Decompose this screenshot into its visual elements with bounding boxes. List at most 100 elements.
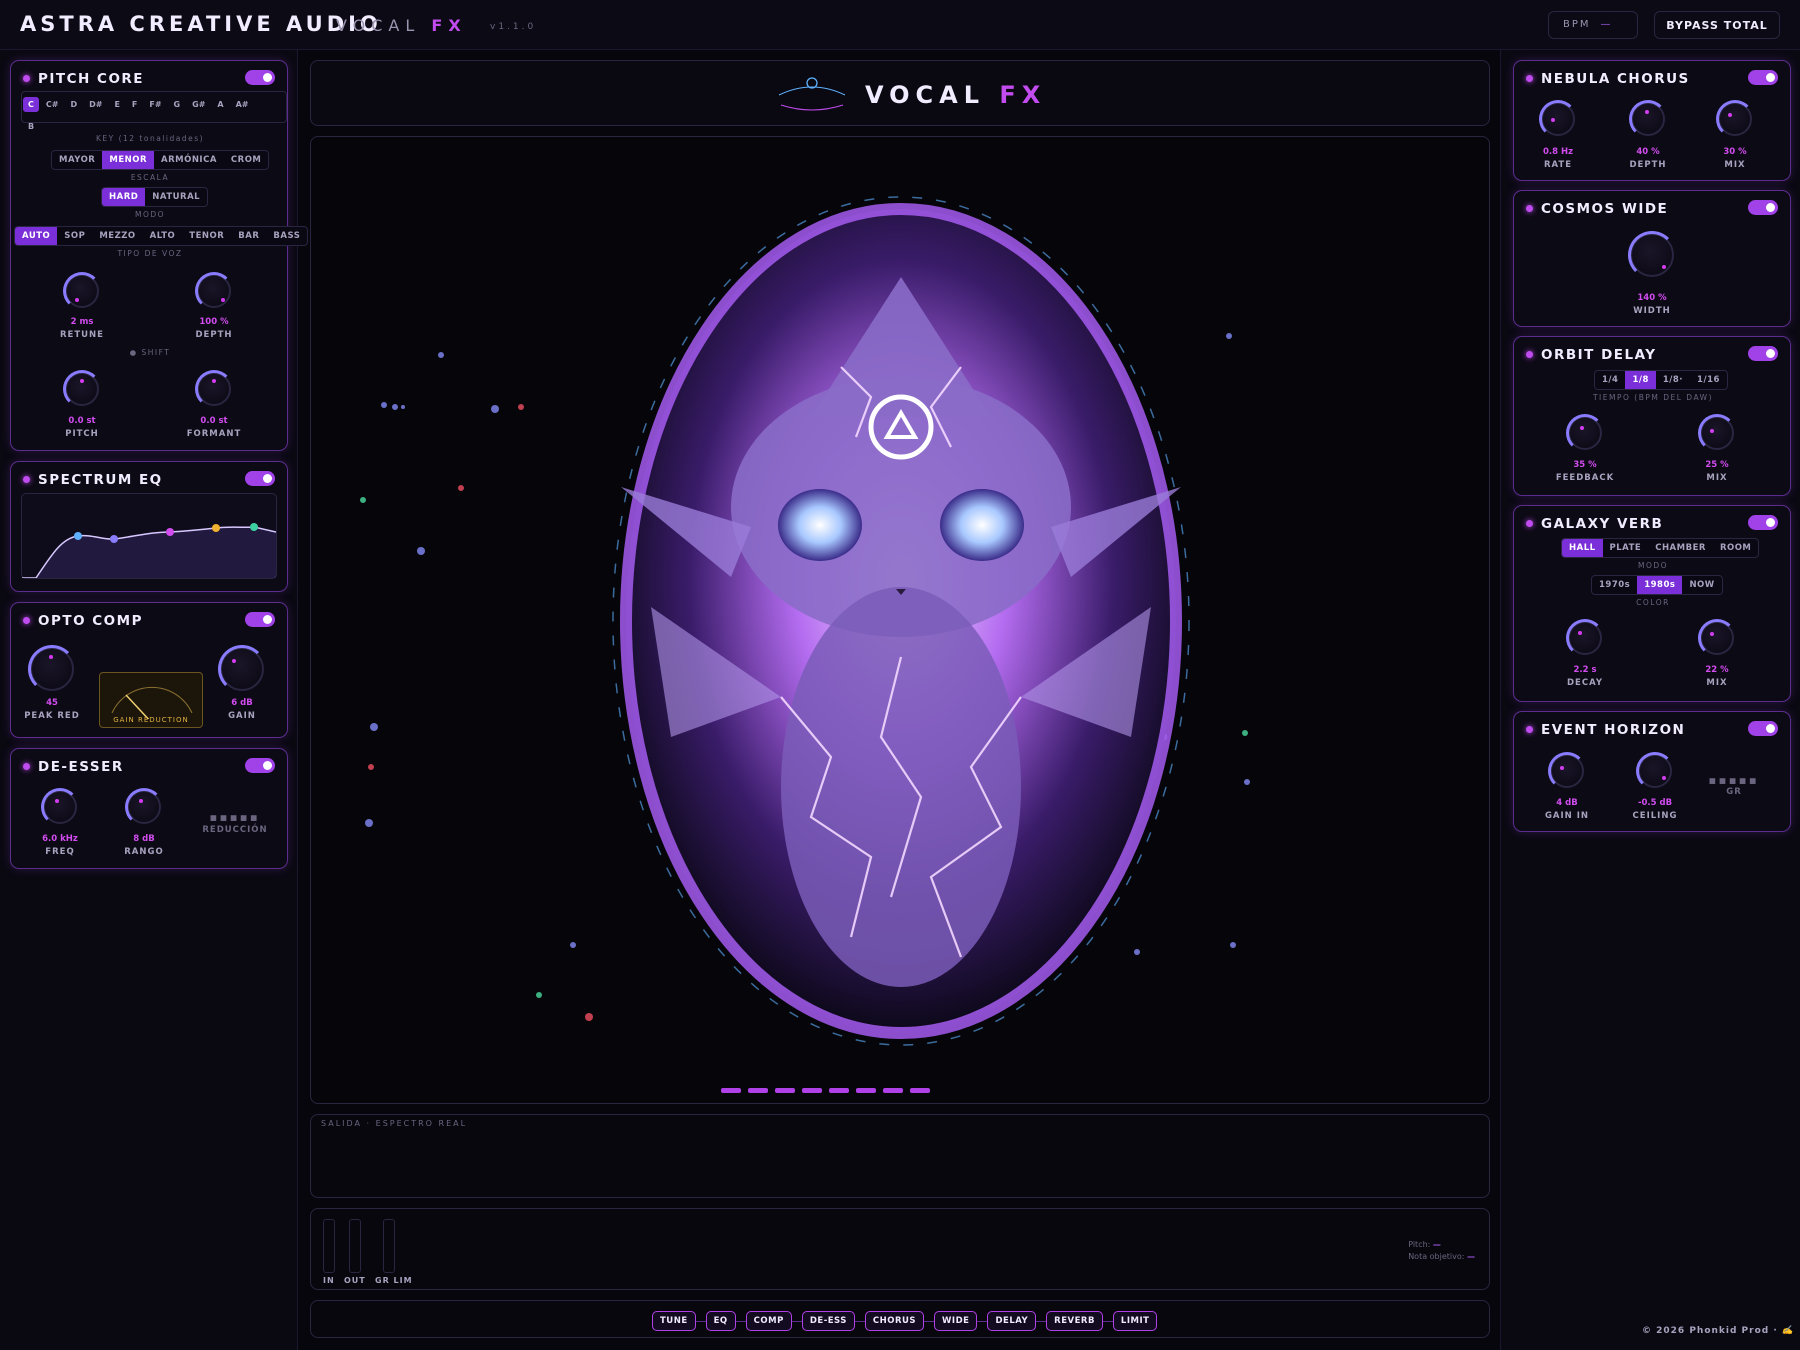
delay-time-option[interactable]: 1/8· (1656, 371, 1690, 389)
reverb-color-option[interactable]: 1980s (1637, 576, 1683, 594)
knob-indicator (55, 799, 59, 803)
key-option[interactable]: D (65, 97, 82, 112)
mode-option[interactable]: NATURAL (145, 188, 207, 206)
delay-mix-knob[interactable] (1698, 414, 1736, 452)
power-toggle[interactable] (1748, 346, 1778, 361)
key-option[interactable]: F# (144, 97, 166, 112)
chorus-rate-knob[interactable] (1539, 100, 1577, 138)
comp-gain-knob[interactable] (218, 645, 266, 693)
chorus-depth-knob[interactable] (1629, 100, 1667, 138)
knob-indicator (80, 379, 84, 383)
key-option[interactable]: C# (41, 97, 64, 112)
nav-reverb-button[interactable]: REVERB (1046, 1311, 1103, 1331)
mode-option[interactable]: HARD (102, 188, 146, 206)
key-option[interactable]: A# (231, 97, 254, 112)
voice-option[interactable]: MEZZO (92, 227, 142, 245)
shift-toggle[interactable]: ● SHIFT (11, 348, 289, 357)
eq-band-1-handle[interactable] (74, 532, 82, 540)
nav-chorus-button[interactable]: CHORUS (864, 1311, 925, 1331)
key-option[interactable]: B (23, 119, 39, 134)
pitch-knob[interactable] (63, 370, 101, 408)
voice-option[interactable]: SOP (57, 227, 92, 245)
key-option[interactable]: E (109, 97, 124, 112)
key-option[interactable]: F (127, 97, 142, 112)
status-dot (23, 763, 30, 770)
scale-option[interactable]: MAYOR (52, 151, 102, 169)
right-sidebar: NEBULA CHORUS 0.8 Hz RATE 40 % DEPTH 30 … (1500, 50, 1800, 1350)
panel-title-text: NEBULA CHORUS (1541, 71, 1690, 87)
key-option[interactable]: D# (84, 97, 107, 112)
reverb-mode-option[interactable]: HALL (1562, 539, 1603, 557)
bpm-value: — (1600, 19, 1613, 30)
voice-option[interactable]: ALTO (143, 227, 183, 245)
retune-knob[interactable] (63, 272, 101, 310)
eq-band-2-handle[interactable] (110, 535, 118, 543)
voice-option[interactable]: BASS (266, 227, 307, 245)
reverb-color-option[interactable]: NOW (1682, 576, 1721, 594)
key-option[interactable]: A (212, 97, 228, 112)
delay-time-option[interactable]: 1/8 (1625, 371, 1656, 389)
power-toggle[interactable] (245, 70, 275, 85)
reverb-mix-knob[interactable] (1698, 619, 1736, 657)
key-option[interactable]: G# (187, 97, 210, 112)
reverb-mode-option[interactable]: CHAMBER (1648, 539, 1713, 557)
scale-option[interactable]: CROM (224, 151, 268, 169)
key-option[interactable]: G (169, 97, 186, 112)
power-toggle[interactable] (245, 758, 275, 773)
voice-option[interactable]: AUTO (15, 227, 58, 245)
decay-knob[interactable] (1566, 619, 1604, 657)
power-toggle[interactable] (245, 612, 275, 627)
power-toggle[interactable] (1748, 515, 1778, 530)
depth-knob[interactable] (195, 272, 233, 310)
nav-comp-button[interactable]: COMP (745, 1311, 792, 1331)
nav-wide-button[interactable]: WIDE (934, 1311, 978, 1331)
delay-time-option[interactable]: 1/16 (1690, 371, 1727, 389)
power-toggle[interactable] (245, 471, 275, 486)
eq-curve-display[interactable] (21, 493, 277, 579)
gain-in-knob[interactable] (1548, 752, 1586, 790)
power-toggle[interactable] (1748, 70, 1778, 85)
scale-caption: ESCALA (130, 173, 170, 182)
formant-knob[interactable] (195, 370, 233, 408)
voice-option[interactable]: BAR (231, 227, 266, 245)
pitch-readout: Pitch: — Nota objetivo: — (1408, 1239, 1475, 1263)
knob-indicator (1662, 265, 1666, 269)
key-option[interactable]: C (23, 97, 39, 112)
chorus-mix-knob[interactable] (1716, 100, 1754, 138)
astra-logo-icon (778, 77, 846, 111)
nav-tune-button[interactable]: TUNE (652, 1311, 696, 1331)
ceiling-label: CEILING (1632, 811, 1678, 821)
power-toggle[interactable] (1748, 721, 1778, 736)
scale-option[interactable]: ARMÓNICA (154, 151, 224, 169)
reverb-mode-option[interactable]: ROOM (1713, 539, 1758, 557)
gr-lim-meter (383, 1219, 395, 1273)
chorus-rate-value: 0.8 Hz (1542, 147, 1574, 157)
eq-band-3-handle[interactable] (166, 528, 174, 536)
status-dot (23, 617, 30, 624)
eq-band-4-handle[interactable] (212, 524, 220, 532)
out-meter (349, 1219, 361, 1273)
feedback-knob[interactable] (1566, 414, 1604, 452)
de-esser-freq-knob[interactable] (41, 788, 79, 826)
reverb-color-option[interactable]: 1970s (1592, 576, 1637, 594)
level-meters-panel: IN OUT GR LIM Pitch: — Nota objetivo: — (310, 1208, 1490, 1290)
gr-led-meter: ■■■■■ (1708, 776, 1760, 785)
de-esser-range-knob[interactable] (125, 788, 163, 826)
knob-indicator (221, 298, 225, 302)
power-toggle[interactable] (1748, 200, 1778, 215)
width-knob[interactable] (1628, 231, 1676, 279)
eq-band-5-handle[interactable] (250, 523, 258, 531)
ceiling-knob[interactable] (1636, 752, 1674, 790)
delay-time-option[interactable]: 1/4 (1595, 371, 1625, 389)
nav-de-ess-button[interactable]: DE-ESS (801, 1311, 855, 1331)
nav-delay-button[interactable]: DELAY (987, 1311, 1037, 1331)
voice-option[interactable]: TENOR (182, 227, 231, 245)
bypass-total-button[interactable]: BYPASS TOTAL (1654, 11, 1780, 39)
top-bar: ASTRA CREATIVE AUDIO VOCAL FX v1.1.0 BPM… (0, 0, 1800, 50)
scale-option[interactable]: MENOR (102, 151, 155, 169)
panel-title-text: EVENT HORIZON (1541, 722, 1686, 738)
reverb-mode-option[interactable]: PLATE (1603, 539, 1649, 557)
nav-limit-button[interactable]: LIMIT (1112, 1311, 1158, 1331)
nav-eq-button[interactable]: EQ (705, 1311, 736, 1331)
peak-reduction-knob[interactable] (28, 645, 76, 693)
